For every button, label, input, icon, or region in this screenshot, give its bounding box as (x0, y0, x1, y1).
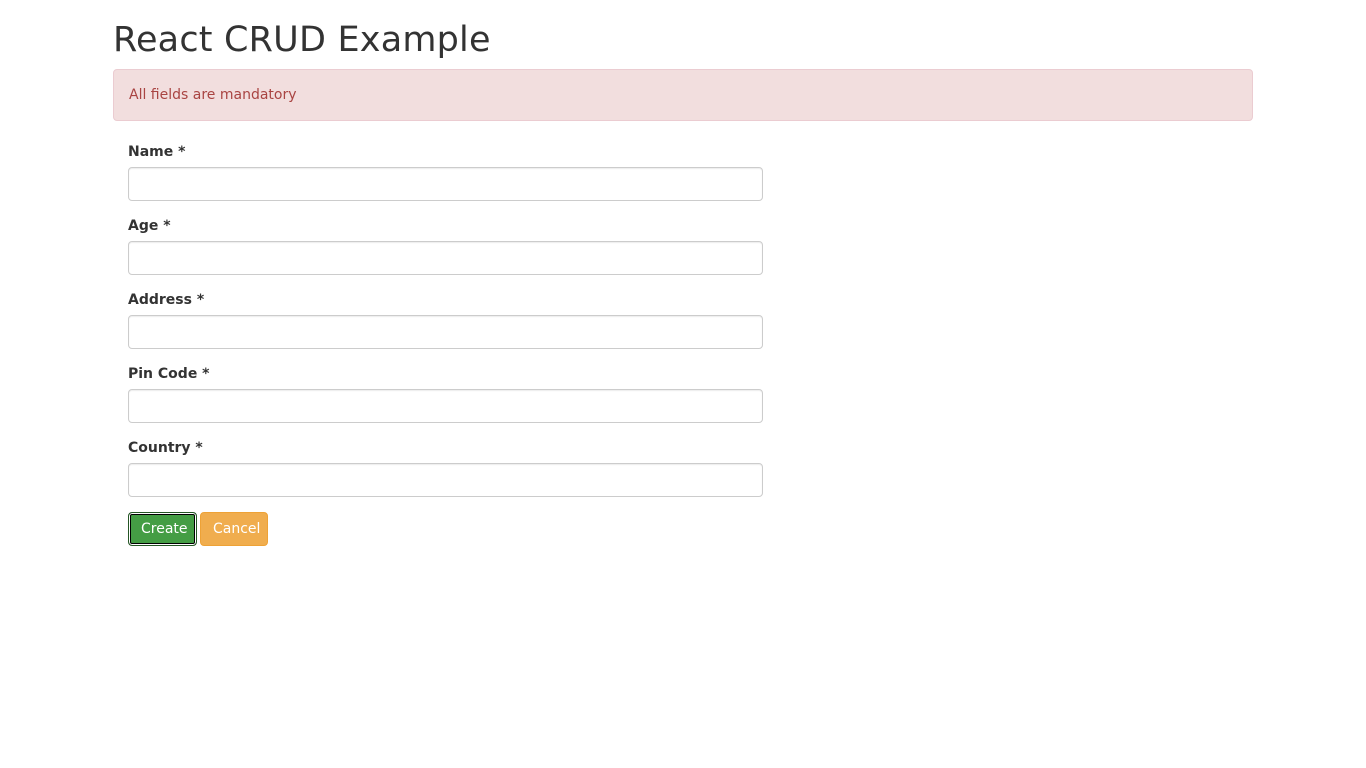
age-label: Age * (128, 218, 171, 234)
country-input[interactable] (128, 463, 763, 497)
age-form-group: Age * (128, 216, 763, 275)
name-input[interactable] (128, 167, 763, 201)
country-label: Country * (128, 440, 203, 456)
create-button[interactable]: Create (128, 512, 197, 546)
page-title: React CRUD Example (113, 20, 491, 60)
alert-message: All fields are mandatory (129, 87, 297, 103)
address-input[interactable] (128, 315, 763, 349)
page-container: React CRUD Example All fields are mandat… (113, 0, 1253, 546)
name-form-group: Name * (128, 142, 763, 201)
pin-code-input[interactable] (128, 389, 763, 423)
cancel-button[interactable]: Cancel (200, 512, 268, 546)
country-form-group: Country * (128, 438, 763, 497)
pin-code-form-group: Pin Code * (128, 364, 763, 423)
name-label: Name * (128, 144, 186, 160)
crud-form: Name * Age * Address * Pin Code * Countr… (128, 142, 763, 546)
validation-alert: All fields are mandatory (113, 69, 1253, 121)
address-form-group: Address * (128, 290, 763, 349)
form-actions: Create Cancel (128, 512, 763, 546)
address-label: Address * (128, 292, 205, 308)
pin-code-label: Pin Code * (128, 366, 210, 382)
age-input[interactable] (128, 241, 763, 275)
